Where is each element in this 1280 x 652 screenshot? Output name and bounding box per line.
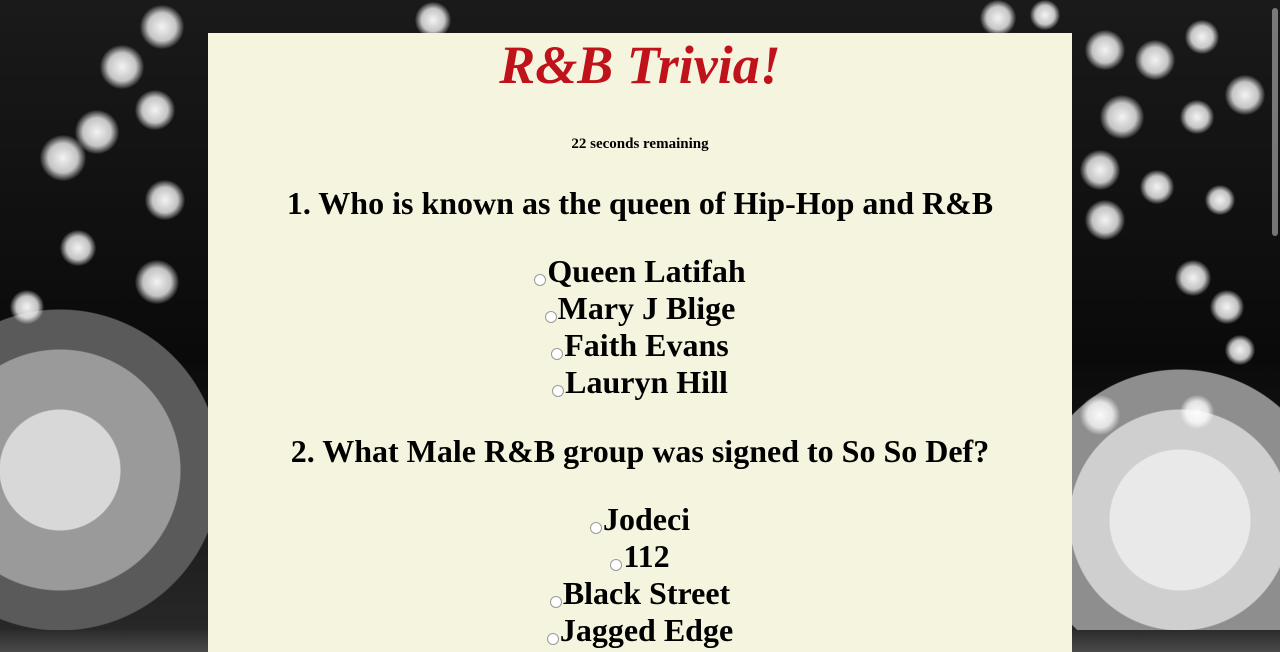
answer-option[interactable]: Lauryn Hill <box>208 364 1072 401</box>
question-1: 1. Who is known as the queen of Hip-Hop … <box>208 185 1072 401</box>
bokeh-light <box>140 5 184 49</box>
bokeh-light <box>1100 95 1144 139</box>
bokeh-light <box>1205 185 1235 215</box>
answer-option[interactable]: Jodeci <box>208 501 1072 538</box>
radio-button[interactable] <box>544 311 557 323</box>
answer-label: Jodeci <box>602 501 691 537</box>
answer-label: Faith Evans <box>564 327 729 363</box>
question-2: 2. What Male R&B group was signed to So … <box>208 433 1072 649</box>
answer-option[interactable]: Faith Evans <box>208 327 1072 364</box>
scrollbar-thumb[interactable] <box>1272 8 1278 236</box>
question-text: 1. Who is known as the queen of Hip-Hop … <box>286 185 994 221</box>
bokeh-light <box>1080 395 1120 435</box>
bokeh-light <box>135 260 179 304</box>
bokeh-light <box>40 135 86 181</box>
bokeh-light <box>1180 100 1214 134</box>
bokeh-light <box>1185 20 1219 54</box>
radio-button[interactable] <box>549 596 562 608</box>
answer-label: Queen Latifah <box>547 253 746 289</box>
radio-button[interactable] <box>552 385 565 397</box>
answer-label: Lauryn Hill <box>565 364 728 400</box>
bokeh-light <box>1135 40 1175 80</box>
bokeh-light <box>100 45 144 89</box>
trivia-panel: R&B Trivia! 22 seconds remaining 1. Who … <box>208 33 1072 652</box>
bokeh-light <box>1085 30 1125 70</box>
question-text: 2. What Male R&B group was signed to So … <box>290 433 990 469</box>
bokeh-light <box>980 0 1016 36</box>
radio-button[interactable] <box>589 522 602 534</box>
bokeh-light <box>135 90 175 130</box>
answer-label: Jagged Edge <box>559 612 734 648</box>
radio-button[interactable] <box>610 559 623 571</box>
answer-option[interactable]: Black Street <box>208 575 1072 612</box>
bokeh-light <box>1085 200 1125 240</box>
bokeh-light <box>1030 0 1060 30</box>
answer-label: Black Street <box>562 575 731 611</box>
answer-option[interactable]: Queen Latifah <box>208 253 1072 290</box>
bokeh-light <box>1140 170 1174 204</box>
bokeh-light <box>1225 335 1255 365</box>
bokeh-light <box>1180 395 1214 429</box>
bokeh-light <box>1175 260 1211 296</box>
bokeh-light <box>60 230 96 266</box>
bokeh-light <box>1080 150 1120 190</box>
answer-label: 112 <box>623 538 670 574</box>
bokeh-light <box>1225 75 1265 115</box>
page-title: R&B Trivia! <box>499 35 781 95</box>
answer-option[interactable]: Mary J Blige <box>208 290 1072 327</box>
answer-option[interactable]: Jagged Edge <box>208 612 1072 649</box>
radio-button[interactable] <box>534 274 547 286</box>
countdown-timer: 22 seconds remaining <box>571 136 709 152</box>
radio-button[interactable] <box>551 348 564 360</box>
answer-options: Jodeci 112 Black Street Jagged Edge <box>208 501 1072 649</box>
answer-options: Queen Latifah Mary J Blige Faith Evans L… <box>208 253 1072 401</box>
answer-option[interactable]: 112 <box>208 538 1072 575</box>
bokeh-light <box>145 180 185 220</box>
answer-label: Mary J Blige <box>557 290 736 326</box>
bokeh-light <box>10 290 44 324</box>
radio-button[interactable] <box>546 633 559 645</box>
bokeh-light <box>1210 290 1244 324</box>
